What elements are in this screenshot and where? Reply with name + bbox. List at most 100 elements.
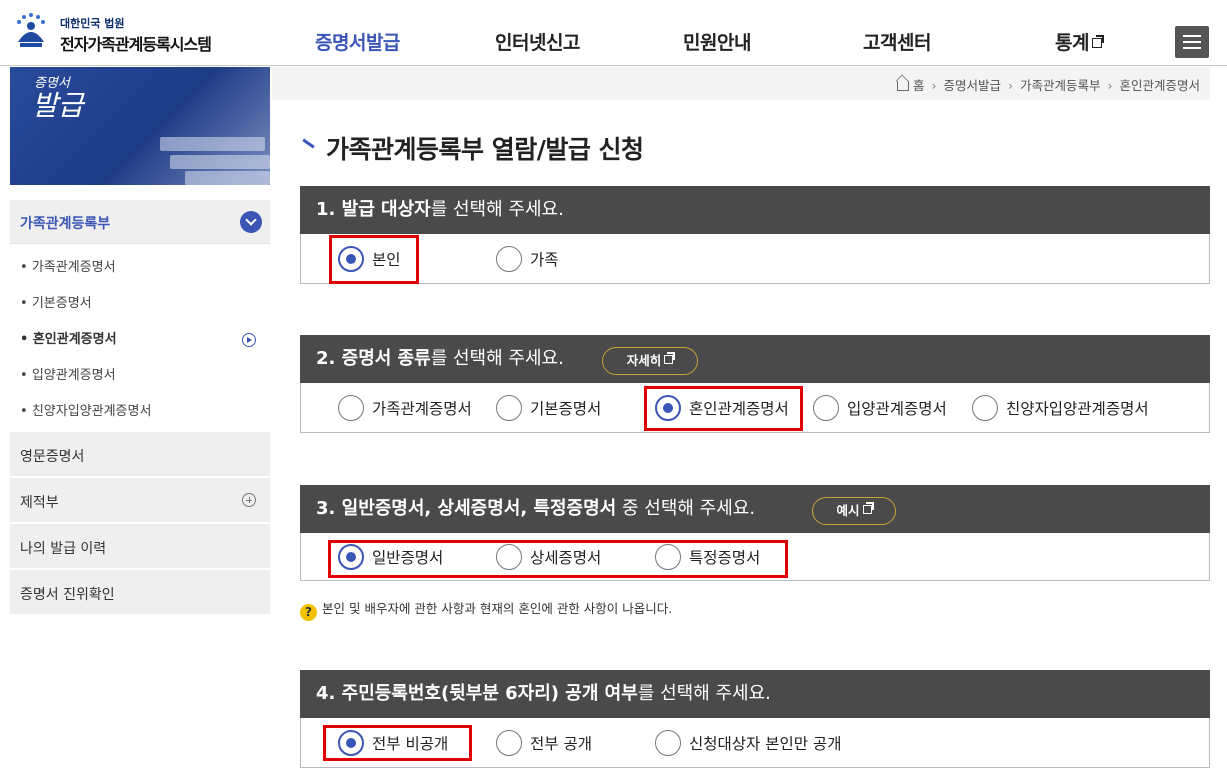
hamburger-menu-button[interactable] (1175, 26, 1209, 58)
nav-statistics-label: 통계 (1055, 32, 1089, 54)
radio-label: 기본증명서 (530, 399, 602, 418)
sidebar-sub-item-basic-cert[interactable]: • 기본증명서 (10, 286, 270, 322)
radio-all-public[interactable]: 전부 공개 (496, 718, 592, 767)
radio-all-hidden[interactable]: 전부 비공개 (338, 718, 448, 767)
radio-button[interactable] (496, 543, 522, 570)
chevron-down-icon[interactable] (240, 211, 262, 233)
top-header: 대한민국 법원 전자가족관계등록시스템 증명서발급 인터넷신고 민원안내 고객센… (0, 0, 1227, 66)
sidebar-banner: 증명서 발급 (10, 67, 270, 185)
breadcrumb-bar: 홈 › 증명서발급 › 가족관계등록부 › 혼인관계증명서 (272, 67, 1210, 100)
radio-button-checked[interactable] (338, 543, 364, 570)
nav-statistics[interactable]: 통계 (1055, 28, 1104, 55)
logo-main-text: 전자가족관계등록시스템 (60, 35, 212, 54)
menu-line (1183, 47, 1201, 49)
radio-label: 상세증명서 (530, 548, 602, 567)
sidebar-sub-item-family-cert[interactable]: • 가족관계증명서 (10, 250, 270, 286)
radio-label: 가족관계증명서 (372, 399, 472, 418)
section-options: 일반증명서 상세증명서 특정증명서 (300, 533, 1210, 581)
sidebar-sub-label: 입양관계증명서 (31, 368, 116, 383)
radio-button-checked[interactable] (655, 394, 681, 421)
radio-family[interactable]: 가족 (496, 234, 559, 283)
section-header: 4. 주민등록번호(뒷부분 6자리) 공개 여부를 선택해 주세요. (300, 670, 1210, 718)
sidebar-item-my-history[interactable]: 나의 발급 이력 (10, 522, 270, 568)
radio-button[interactable] (972, 394, 998, 421)
section-header: 3. 일반증명서, 상세증명서, 특정증명서 중 선택해 주세요. 예시 (300, 485, 1210, 533)
banner-title: 증명서 발급 (32, 76, 84, 123)
sidebar-item-label: 나의 발급 이력 (20, 541, 107, 557)
title-mark-icon (302, 138, 315, 149)
radio-general-cert[interactable]: 일반증명서 (338, 533, 443, 580)
nav-civil-guide[interactable]: 민원안내 (683, 28, 751, 55)
section-resident-number-disclosure: 4. 주민등록번호(뒷부분 6자리) 공개 여부를 선택해 주세요. 전부 비공… (300, 670, 1210, 768)
plus-circle-icon (242, 493, 256, 507)
sidebar-nav: 가족관계등록부 • 가족관계증명서 • 기본증명서 • 혼인관계증명서 • 입양… (10, 200, 270, 614)
sidebar-item-authenticity-check[interactable]: 증명서 진위확인 (10, 568, 270, 614)
sidebar-item-english-cert[interactable]: 영문증명서 (10, 430, 270, 476)
section-options: 전부 비공개 전부 공개 신청대상자 본인만 공개 (300, 718, 1210, 768)
sidebar-sub-label: 혼인관계증명서 (32, 332, 117, 347)
radio-specific-cert[interactable]: 특정증명서 (655, 533, 760, 580)
radio-self[interactable]: 본인 (338, 234, 401, 283)
section-options: 가족관계증명서 기본증명서 혼인관계증명서 입양관계증명서 친양자입양관계증명서 (300, 383, 1210, 433)
sidebar-group-family-register[interactable]: 가족관계등록부 (10, 200, 270, 244)
example-button[interactable]: 예시 (812, 497, 896, 525)
radio-button[interactable] (338, 394, 364, 421)
radio-detailed-cert[interactable]: 상세증명서 (496, 533, 601, 580)
details-button[interactable]: 자세히 (602, 347, 698, 375)
radio-label: 특정증명서 (689, 548, 761, 567)
breadcrumb-item[interactable]: 증명서발급 (943, 78, 1001, 93)
breadcrumb-home[interactable]: 홈 (913, 78, 925, 93)
question-icon: ? (300, 604, 317, 621)
radio-button[interactable] (655, 729, 681, 756)
section-target-person: 1. 발급 대상자를 선택해 주세요. 본인 가족 (300, 186, 1210, 284)
menu-line (1183, 41, 1201, 43)
breadcrumb-item[interactable]: 가족관계등록부 (1020, 78, 1101, 93)
external-link-icon (862, 502, 874, 514)
sidebar-sub-item-marriage-cert[interactable]: • 혼인관계증명서 (10, 322, 270, 358)
play-circle-icon (242, 333, 256, 347)
breadcrumb-separator: › (931, 78, 937, 93)
court-emblem-icon (11, 13, 51, 53)
radio-marriage-cert[interactable]: 혼인관계증명서 (655, 383, 789, 432)
radio-label: 전부 공개 (530, 734, 592, 753)
nav-internet-report[interactable]: 인터넷신고 (495, 28, 580, 55)
home-icon[interactable] (896, 81, 909, 91)
court-logo[interactable]: 대한민국 법원 전자가족관계등록시스템 (10, 12, 220, 56)
nav-certificate-issue[interactable]: 증명서발급 (315, 28, 400, 55)
radio-family-cert[interactable]: 가족관계증명서 (338, 383, 472, 432)
sidebar-sub-item-full-adoption-cert[interactable]: • 친양자입양관계증명서 (10, 394, 270, 430)
radio-button[interactable] (496, 245, 522, 272)
radio-button-checked[interactable] (338, 729, 364, 756)
section-header-bold: 2. 증명서 종류 (316, 348, 431, 369)
section-header-rest: 를 선택해 주세요. (637, 683, 771, 704)
radio-button[interactable] (655, 543, 681, 570)
banner-big-text: 발급 (32, 89, 84, 123)
radio-button[interactable] (496, 729, 522, 756)
radio-adoption-cert[interactable]: 입양관계증명서 (813, 383, 947, 432)
sidebar-item-removed-register[interactable]: 제적부 (10, 476, 270, 522)
banner-book (160, 137, 265, 151)
section-header-bold: 4. 주민등록번호(뒷부분 6자리) 공개 여부 (316, 683, 638, 704)
radio-label: 혼인관계증명서 (689, 399, 789, 418)
radio-button[interactable] (496, 394, 522, 421)
radio-full-adoption-cert[interactable]: 친양자입양관계증명서 (972, 383, 1149, 432)
page-title: 가족관계등록부 열람/발급 신청 (326, 135, 644, 164)
sidebar-item-label: 제적부 (20, 495, 59, 511)
nav-customer-center[interactable]: 고객센터 (863, 28, 931, 55)
section-header-rest: 중 선택해 주세요. (616, 498, 756, 519)
menu-line (1183, 35, 1201, 37)
sidebar-item-label: 영문증명서 (20, 449, 85, 465)
section-header-rest: 를 선택해 주세요. (430, 199, 564, 220)
radio-button-checked[interactable] (338, 245, 364, 272)
radio-label: 본인 (372, 250, 401, 269)
example-button-label: 예시 (836, 503, 860, 518)
section-options: 본인 가족 (300, 234, 1210, 284)
logo-top-text: 대한민국 법원 (60, 17, 125, 30)
radio-self-only-public[interactable]: 신청대상자 본인만 공개 (655, 718, 841, 767)
radio-button[interactable] (813, 394, 839, 421)
sidebar-sub-label: 친양자입양관계증명서 (31, 404, 152, 419)
radio-basic-cert[interactable]: 기본증명서 (496, 383, 601, 432)
info-note-text: 본인 및 배우자에 관한 사항과 현재의 혼인에 관한 사항이 나옵니다. (322, 601, 673, 616)
sidebar-sub-item-adoption-cert[interactable]: • 입양관계증명서 (10, 358, 270, 394)
radio-label: 가족 (530, 250, 559, 269)
